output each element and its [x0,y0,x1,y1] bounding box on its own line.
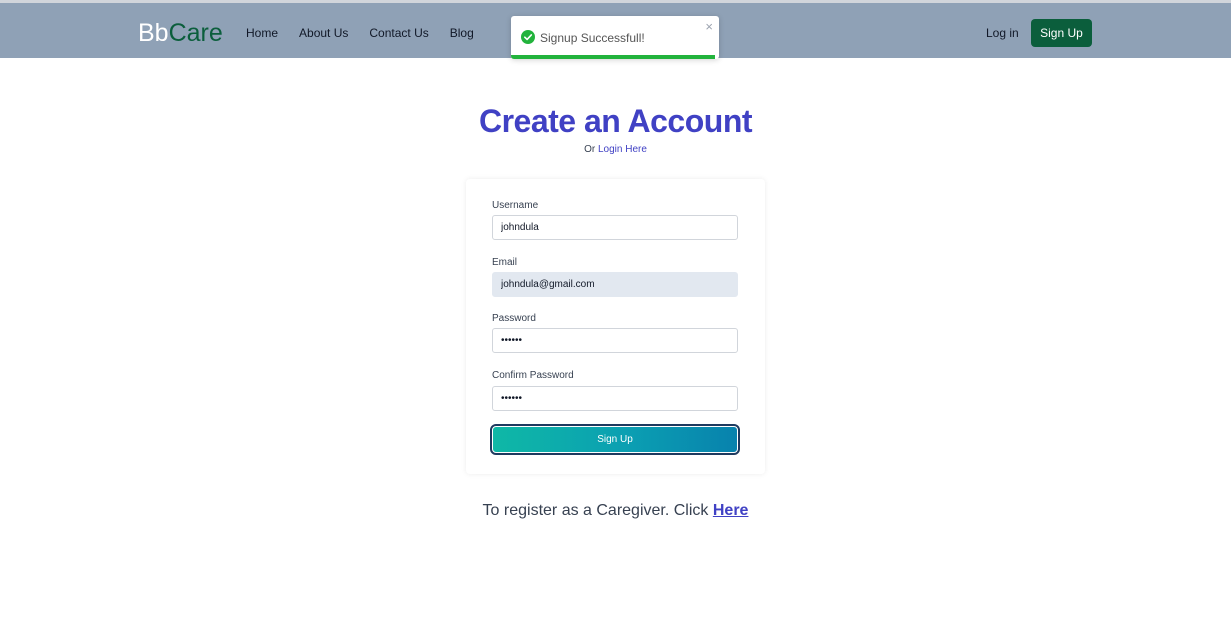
brand-bb: Bb [138,19,169,47]
caregiver-register-prefix: To register as a Caregiver. Click [482,502,709,519]
login-link[interactable]: Log in [986,26,1019,40]
page-subtitle: Or Login Here [0,144,1231,156]
signup-form: Username Email Password Confirm Password… [466,179,765,474]
nav-links: Home About Us Contact Us Blog [246,26,474,40]
password-label: Password [492,313,536,324]
signup-submit-button[interactable]: Sign Up [490,424,740,455]
login-here-link[interactable]: Login Here [598,144,647,155]
confirm-password-input[interactable] [492,386,738,411]
password-input[interactable] [492,328,738,353]
caregiver-register-link[interactable]: Here [713,502,749,519]
email-label: Email [492,257,518,268]
subtitle-prefix: Or [584,144,596,155]
toast-message: Signup Successfull! [540,31,645,45]
nav-link-about-us[interactable]: About Us [299,26,348,40]
brand-care: Care [168,19,223,47]
success-toast: Signup Successfull! × [511,16,719,59]
caregiver-register-text: To register as a Caregiver. Click Here [0,502,1231,520]
email-input[interactable] [492,272,738,297]
toast-progress-bar [511,55,715,59]
brand-logo[interactable]: BbCare [138,19,223,47]
username-label: Username [492,200,539,211]
check-circle-icon [521,30,535,44]
page-title: Create an Account [478,103,753,139]
confirm-password-label: Confirm Password [492,370,574,381]
nav-link-blog[interactable]: Blog [450,26,474,40]
close-icon[interactable]: × [705,20,713,34]
nav-link-home[interactable]: Home [246,26,278,40]
nav-link-contact-us[interactable]: Contact Us [369,26,428,40]
username-input[interactable] [492,215,738,240]
signup-nav-button[interactable]: Sign Up [1031,19,1092,47]
